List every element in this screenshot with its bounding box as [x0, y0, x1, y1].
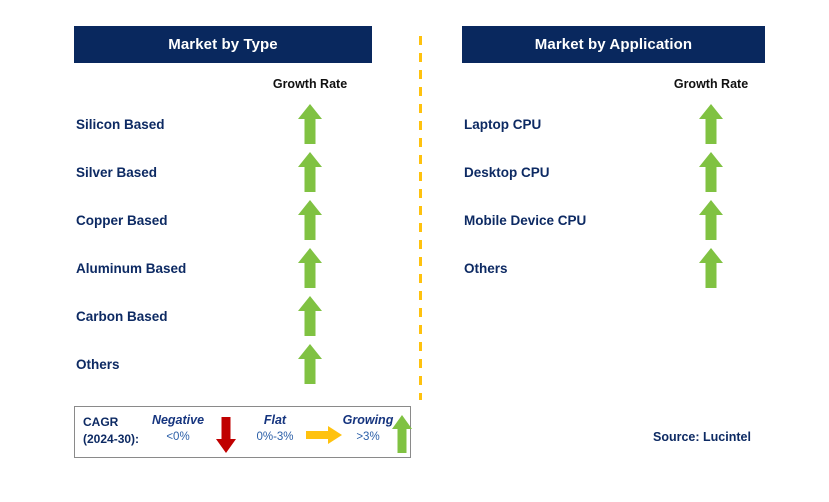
legend-cagr-line1: CAGR — [83, 415, 119, 429]
segment-label-silver-based: Silver Based — [76, 164, 158, 180]
legend-cagr-line2: (2024-30): — [83, 432, 140, 446]
segment-label-carbon-based: Carbon Based — [76, 308, 168, 324]
arrow-up-icon — [297, 247, 323, 289]
arrow-up-icon — [297, 151, 323, 193]
arrow-up-icon — [391, 414, 413, 454]
arrow-up-icon — [698, 247, 724, 289]
segment-label-laptop-cpu: Laptop CPU — [464, 116, 542, 132]
segment-label-copper-based: Copper Based — [76, 212, 168, 228]
table-row: Copper Based — [74, 200, 372, 240]
cagr-legend: CAGR (2024-30): Negative <0% Flat 0%-3% — [74, 406, 413, 458]
segment-label-others-application: Others — [464, 260, 508, 276]
segment-label-silicon-based: Silicon Based — [76, 116, 165, 132]
legend-item-negative: Negative <0% — [141, 412, 215, 446]
segment-label-aluminum-based: Aluminum Based — [76, 260, 187, 276]
table-row: Carbon Based — [74, 296, 372, 336]
source-label: Source: Lucintel — [653, 430, 751, 444]
arrow-up-icon — [698, 103, 724, 145]
table-row: Others — [462, 248, 765, 288]
growth-rate-column-header-left: Growth Rate — [272, 77, 348, 91]
arrow-up-icon — [698, 199, 724, 241]
arrow-up-icon — [297, 295, 323, 337]
legend-range-flat: 0%-3% — [256, 431, 294, 443]
segment-label-others-type: Others — [76, 356, 120, 372]
market-by-application-panel: Market by Application Growth Rate Laptop… — [462, 0, 765, 502]
segment-label-mobile-device-cpu: Mobile Device CPU — [464, 212, 587, 228]
arrow-down-icon — [215, 416, 237, 454]
legend-label-negative: Negative — [151, 413, 205, 427]
legend-cagr-title: CAGR (2024-30): — [83, 414, 139, 448]
table-row: Silver Based — [74, 152, 372, 192]
legend-range-negative: <0% — [166, 431, 190, 443]
market-by-application-header: Market by Application — [462, 26, 765, 63]
arrow-up-icon — [297, 343, 323, 385]
table-row: Others — [74, 344, 372, 384]
table-row: Laptop CPU — [462, 104, 765, 144]
legend-item-flat: Flat 0%-3% — [238, 412, 312, 446]
table-row: Desktop CPU — [462, 152, 765, 192]
legend-label-flat: Flat — [263, 413, 287, 427]
segment-label-desktop-cpu: Desktop CPU — [464, 164, 550, 180]
arrow-up-icon — [297, 199, 323, 241]
arrow-up-icon — [698, 151, 724, 193]
table-row: Silicon Based — [74, 104, 372, 144]
arrow-up-icon — [297, 103, 323, 145]
market-by-type-header: Market by Type — [74, 26, 372, 63]
growth-rate-column-header-right: Growth Rate — [673, 77, 749, 91]
table-row: Mobile Device CPU — [462, 200, 765, 240]
infographic-canvas: Market by Type Growth Rate Silicon Based… — [0, 0, 829, 502]
vertical-dashed-divider — [419, 36, 422, 400]
table-row: Aluminum Based — [74, 248, 372, 288]
